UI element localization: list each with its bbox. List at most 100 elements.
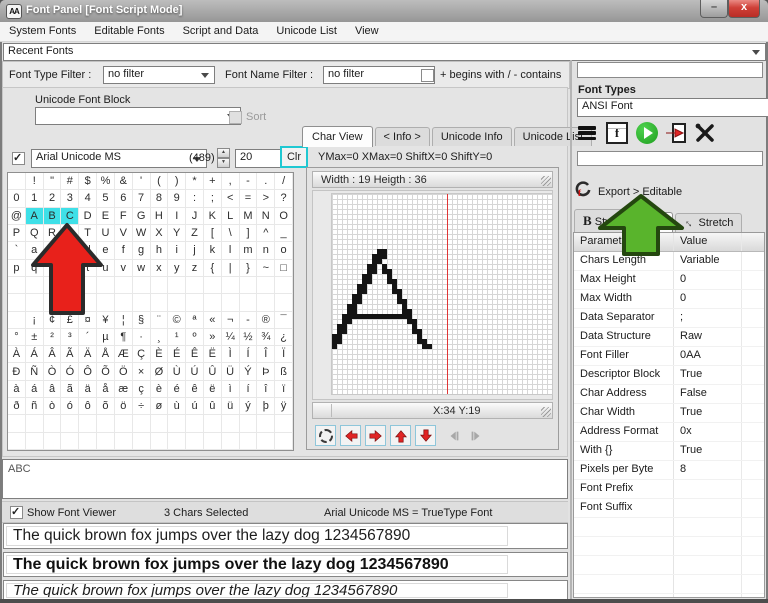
parameter-row[interactable]: Data Structure Raw bbox=[574, 328, 764, 347]
parameter-row[interactable] bbox=[574, 556, 764, 575]
char-cell[interactable]: § bbox=[132, 311, 151, 329]
char-cell[interactable]: Â bbox=[43, 346, 62, 364]
parameter-row[interactable]: Font Prefix bbox=[574, 480, 764, 499]
char-cell[interactable] bbox=[221, 294, 240, 312]
char-cell[interactable]: P bbox=[8, 224, 26, 243]
char-cell[interactable]: N bbox=[257, 207, 276, 225]
char-cell[interactable]: Ô bbox=[79, 363, 98, 381]
char-cell[interactable]: - bbox=[239, 311, 258, 329]
char-cell[interactable]: l bbox=[221, 242, 240, 260]
char-cell[interactable]: I bbox=[168, 207, 187, 225]
char-cell[interactable]: Y bbox=[168, 224, 187, 243]
parameter-row[interactable]: Descriptor Block True bbox=[574, 366, 764, 385]
char-cell[interactable]: □ bbox=[275, 259, 293, 277]
char-cell[interactable]: Ì bbox=[221, 346, 240, 364]
parameter-row[interactable] bbox=[574, 594, 764, 597]
char-cell[interactable] bbox=[239, 432, 258, 450]
char-cell[interactable]: ° bbox=[8, 328, 26, 347]
char-cell[interactable]: µ bbox=[97, 328, 115, 347]
right-mid-field[interactable] bbox=[577, 151, 763, 166]
char-cell[interactable]: Ñ bbox=[25, 363, 44, 381]
char-cell[interactable]: ( bbox=[150, 173, 169, 191]
char-cell[interactable] bbox=[8, 294, 26, 312]
char-cell[interactable] bbox=[132, 432, 151, 450]
char-cell[interactable]: ç bbox=[132, 380, 151, 399]
char-cell[interactable] bbox=[203, 294, 222, 312]
char-cell[interactable] bbox=[221, 432, 240, 450]
char-cell[interactable] bbox=[8, 276, 26, 295]
char-cell[interactable]: o bbox=[275, 242, 293, 260]
char-cell[interactable]: @ bbox=[8, 207, 26, 225]
char-cell[interactable]: ] bbox=[239, 224, 258, 243]
char-cell[interactable]: à bbox=[8, 380, 26, 399]
unicode-font-block-dropdown[interactable] bbox=[35, 107, 241, 125]
char-cell[interactable]: 0 bbox=[8, 190, 26, 208]
pixel-cell-on[interactable] bbox=[372, 269, 377, 274]
char-cell[interactable] bbox=[275, 294, 293, 312]
char-cell[interactable]: À bbox=[8, 346, 26, 364]
char-cell[interactable] bbox=[168, 432, 187, 450]
pixel-cell-on[interactable] bbox=[347, 319, 352, 324]
char-cell[interactable]: [ bbox=[203, 224, 222, 243]
char-cell[interactable]: " bbox=[43, 173, 62, 191]
char-cell[interactable] bbox=[150, 276, 169, 295]
char-cell[interactable]: Ú bbox=[186, 363, 204, 381]
tab-stretch[interactable]: ↔ Stretch bbox=[675, 213, 743, 232]
tools-button[interactable] bbox=[692, 120, 718, 146]
char-cell[interactable] bbox=[8, 311, 26, 329]
char-cell[interactable]: ) bbox=[168, 173, 187, 191]
shift-right-button[interactable] bbox=[365, 425, 386, 446]
resize-grip-icon[interactable] bbox=[541, 176, 551, 186]
char-cell[interactable]: M bbox=[239, 207, 258, 225]
run-script-button[interactable] bbox=[634, 120, 660, 146]
char-cell[interactable]: » bbox=[203, 328, 222, 347]
char-cell[interactable]: Î bbox=[257, 346, 276, 364]
spinner-up-icon[interactable]: ▲ bbox=[217, 148, 230, 158]
char-cell[interactable]: ¹ bbox=[168, 328, 187, 347]
char-cell[interactable]: æ bbox=[114, 380, 133, 399]
char-cell[interactable]: ; bbox=[203, 190, 222, 208]
font-name-dropdown[interactable]: Arial Unicode MS bbox=[31, 149, 207, 168]
char-cell[interactable]: Û bbox=[203, 363, 222, 381]
char-cell[interactable]: < bbox=[221, 190, 240, 208]
char-cell[interactable]: Á bbox=[25, 346, 44, 364]
begins-contains-checkbox[interactable] bbox=[421, 69, 434, 82]
menu-item-system-fonts[interactable]: System Fonts bbox=[0, 22, 85, 37]
char-cell[interactable]: ¾ bbox=[257, 328, 276, 347]
menu-item-view[interactable]: View bbox=[346, 22, 388, 37]
char-cell[interactable]: z bbox=[186, 259, 204, 277]
char-cell[interactable]: õ bbox=[97, 398, 115, 416]
char-cell[interactable]: i bbox=[168, 242, 187, 260]
parameter-row[interactable]: Max Width 0 bbox=[574, 290, 764, 309]
char-cell[interactable]: & bbox=[114, 173, 133, 191]
char-cell[interactable]: â bbox=[43, 380, 62, 399]
char-cell[interactable]: þ bbox=[257, 398, 276, 416]
char-cell[interactable]: Ý bbox=[239, 363, 258, 381]
char-cell[interactable]: ¼ bbox=[221, 328, 240, 347]
char-cell[interactable]: × bbox=[132, 363, 151, 381]
char-cell[interactable]: W bbox=[132, 224, 151, 243]
char-cell[interactable]: Ê bbox=[186, 346, 204, 364]
char-cell[interactable] bbox=[132, 276, 151, 295]
char-cell[interactable]: ò bbox=[43, 398, 62, 416]
char-cell[interactable] bbox=[150, 432, 169, 450]
char-cell[interactable] bbox=[61, 415, 80, 433]
char-cell[interactable]: g bbox=[132, 242, 151, 260]
tab--info-[interactable]: < Info > bbox=[374, 127, 430, 146]
parameter-row[interactable] bbox=[574, 575, 764, 594]
char-cell[interactable]: ^ bbox=[257, 224, 276, 243]
char-cell[interactable]: ÿ bbox=[275, 398, 293, 416]
parameter-row[interactable]: Char Width True bbox=[574, 404, 764, 423]
char-cell[interactable] bbox=[275, 432, 293, 450]
char-cell[interactable]: \ bbox=[221, 224, 240, 243]
parameter-row[interactable]: Pixels per Byte 8 bbox=[574, 461, 764, 480]
char-cell[interactable] bbox=[239, 276, 258, 295]
char-cell[interactable]: º bbox=[186, 328, 204, 347]
pixel-cell-on[interactable] bbox=[357, 299, 362, 304]
char-cell[interactable]: F bbox=[114, 207, 133, 225]
char-cell[interactable] bbox=[186, 415, 204, 433]
font-enabled-checkbox[interactable] bbox=[12, 151, 25, 165]
resize-grip-icon[interactable] bbox=[541, 407, 551, 417]
char-cell[interactable]: Ç bbox=[132, 346, 151, 364]
char-cell[interactable]: Å bbox=[97, 346, 115, 364]
